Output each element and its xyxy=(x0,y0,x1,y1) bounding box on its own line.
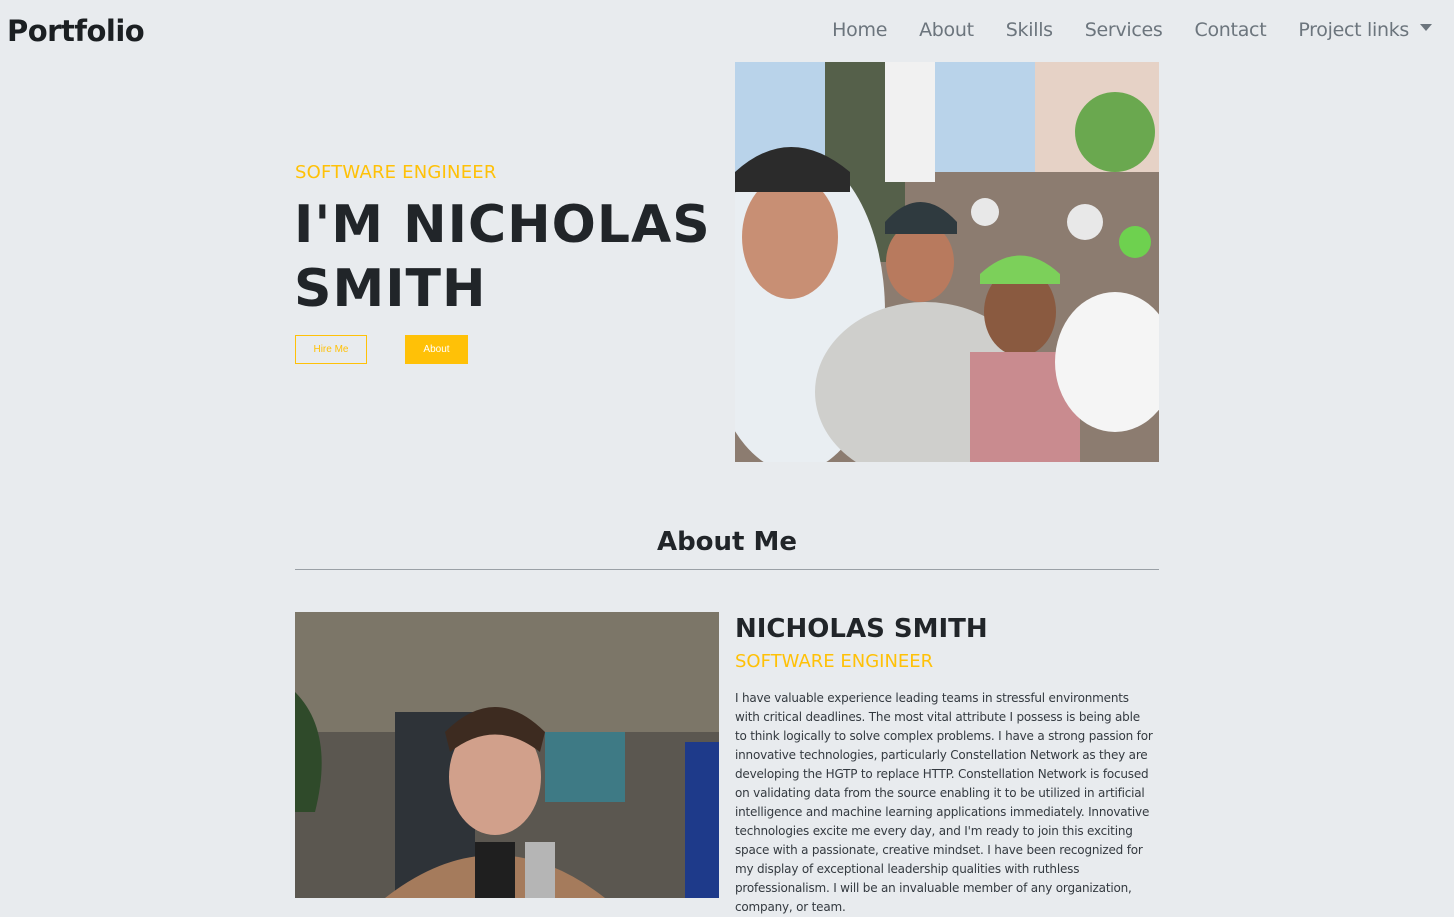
hero-photo-illustration xyxy=(735,62,1159,462)
chevron-down-icon xyxy=(1420,24,1432,31)
brand-logo[interactable]: Portfolio xyxy=(7,14,145,48)
about-section-title: About Me xyxy=(656,527,798,557)
about-button[interactable]: About xyxy=(405,335,468,364)
nav-link-contact[interactable]: Contact xyxy=(1195,19,1267,41)
navbar: Portfolio Home About Skills Services Con… xyxy=(0,0,1454,62)
hero-title: I'M NICHOLAS SMITH xyxy=(294,195,711,319)
nav-link-home[interactable]: Home xyxy=(832,19,887,41)
section-divider xyxy=(295,569,1159,570)
nav-link-services[interactable]: Services xyxy=(1085,19,1163,41)
nav-link-about[interactable]: About xyxy=(919,19,974,41)
about-photo xyxy=(295,612,719,898)
nav-dropdown-project-links[interactable]: Project links xyxy=(1298,19,1432,41)
hero-photo xyxy=(735,62,1159,462)
hero-subtitle: SOFTWARE ENGINEER xyxy=(295,162,497,183)
nav-links: Home About Skills Services Contact Proje… xyxy=(800,19,1432,41)
nav-link-skills[interactable]: Skills xyxy=(1006,19,1053,41)
about-photo-illustration xyxy=(295,612,719,898)
hire-me-button[interactable]: Hire Me xyxy=(295,335,367,364)
about-role: SOFTWARE ENGINEER xyxy=(735,651,934,672)
about-bio: I have valuable experience leading teams… xyxy=(735,691,1153,914)
about-name: NICHOLAS SMITH xyxy=(735,614,988,644)
nav-dropdown-label: Project links xyxy=(1298,19,1409,41)
